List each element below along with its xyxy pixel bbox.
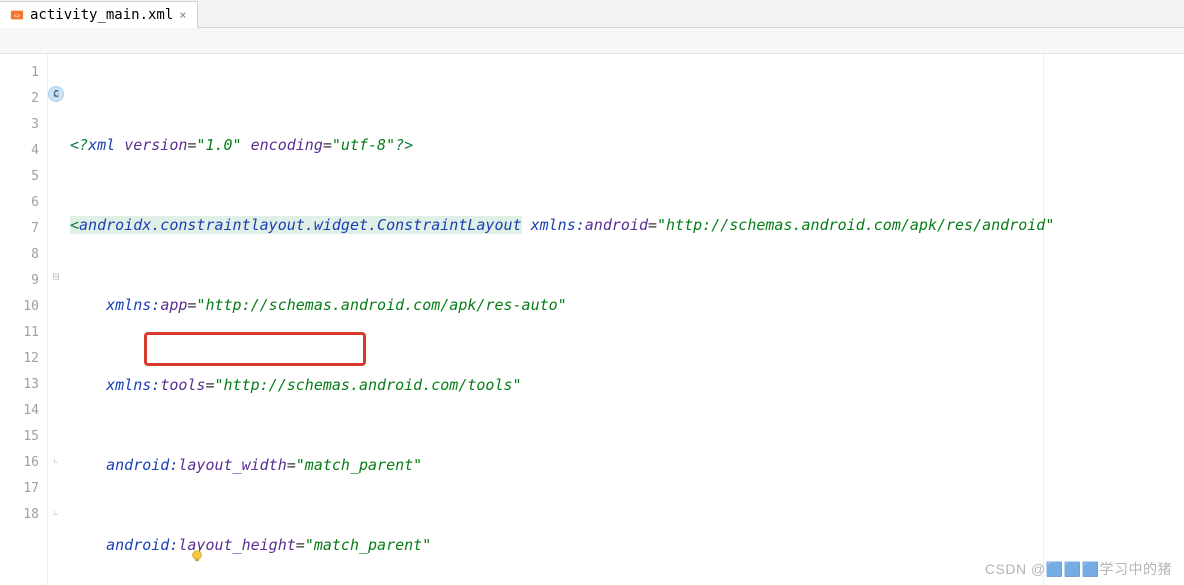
breadcrumb-bar [0,28,1184,54]
fold-toggle-icon[interactable]: ⊟ [50,88,62,100]
code-line[interactable]: xmlns:app="http://schemas.android.com/ap… [66,292,1184,318]
line-number: 13 [0,372,47,398]
annotation-red-box [144,332,366,366]
intention-bulb-icon[interactable] [136,531,150,545]
fold-end-icon: ⌞ [50,452,62,464]
xml-file-icon: <> [10,8,24,22]
line-number: 2 [0,86,47,112]
code-line[interactable]: android:layout_width="match_parent" [66,452,1184,478]
svg-text:<>: <> [14,14,20,20]
tab-bar: <> activity_main.xml × [0,0,1184,28]
line-number: 11 [0,320,47,346]
tab-filename: activity_main.xml [30,7,173,23]
line-number: 17 [0,476,47,502]
line-number: 6 [0,190,47,216]
line-number: 3 [0,112,47,138]
code-line[interactable]: android:layout_height="match_parent" [66,532,1184,558]
file-tab-activity-main[interactable]: <> activity_main.xml × [0,1,198,28]
code-editor[interactable]: 1 2 3 4 5 6 7 8 9 10 11 12 13 14 15 16 1… [0,54,1184,585]
code-area[interactable]: <?xml version="1.0" encoding="utf-8"?> <… [66,54,1184,585]
line-number: 15 [0,424,47,450]
close-icon[interactable]: × [179,8,186,22]
line-number: 7 [0,216,47,242]
code-line[interactable]: xmlns:tools="http://schemas.android.com/… [66,372,1184,398]
line-number: 12 [0,346,47,372]
line-number: 14 [0,398,47,424]
line-number: 4 [0,138,47,164]
line-number: 16 [0,450,47,476]
marker-column: C ⊟ ⊟ ⌞ ⌞ [48,54,66,585]
gutter: 1 2 3 4 5 6 7 8 9 10 11 12 13 14 15 16 1… [0,54,48,585]
line-number: 1 [0,60,47,86]
line-number: 18 [0,502,47,528]
line-number: 10 [0,294,47,320]
line-number: 8 [0,242,47,268]
fold-end-icon: ⌞ [50,504,62,516]
code-line[interactable]: <androidx.constraintlayout.widget.Constr… [66,212,1184,238]
fold-toggle-icon[interactable]: ⊟ [50,270,62,282]
line-number: 5 [0,164,47,190]
line-number: 9 [0,268,47,294]
code-line[interactable]: <?xml version="1.0" encoding="utf-8"?> [66,132,1184,158]
